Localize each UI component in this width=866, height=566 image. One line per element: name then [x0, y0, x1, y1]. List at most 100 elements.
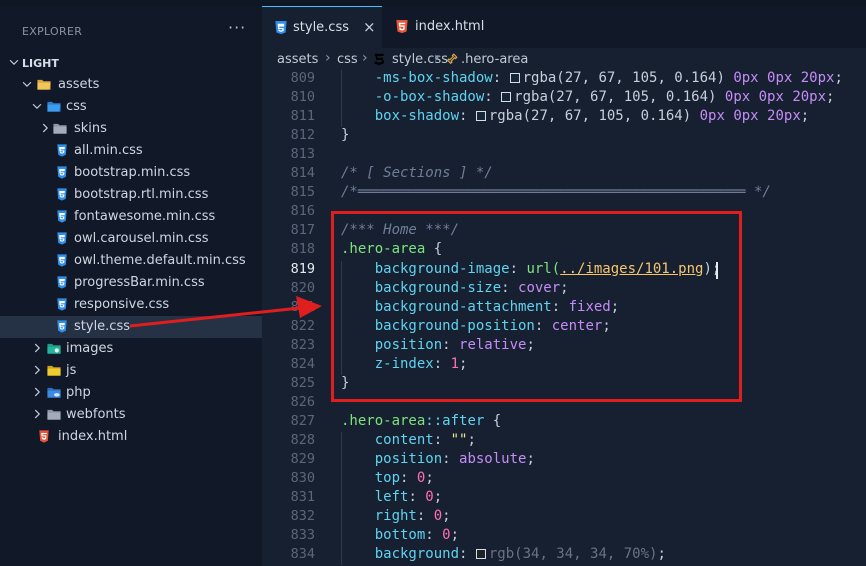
code-line[interactable]: background-attachment: fixed; [341, 299, 619, 315]
line-number: 825 [290, 374, 315, 391]
breadcrumb-item-css[interactable]: css [337, 52, 358, 67]
css-function: url( [526, 260, 561, 277]
tree-file[interactable]: bootstrap.rtl.min.css [0, 184, 262, 206]
tree-folder[interactable]: skins [0, 118, 262, 140]
line-number: 834 [290, 546, 315, 563]
chevron-right-icon [34, 365, 41, 375]
text-cursor [716, 261, 718, 279]
code-line[interactable]: content: ""; [341, 432, 476, 448]
tree-item-label: assets [58, 77, 100, 92]
tree-folder[interactable]: php [0, 382, 262, 404]
css-value: center [551, 317, 603, 334]
code-brace: { [484, 412, 502, 429]
code-line[interactable]: z-index: 1; [341, 356, 468, 372]
code-line[interactable]: .hero-area { [341, 241, 442, 257]
tree-root[interactable]: LIGHT [0, 52, 262, 74]
css-property: -ms-box-shadow [374, 70, 493, 86]
tree-file[interactable]: responsive.css [0, 294, 262, 316]
tree-folder[interactable]: css [0, 96, 262, 118]
tab-index-html[interactable]: index.html [382, 6, 492, 48]
css-selector: .hero-area [341, 241, 426, 258]
line-number: 827 [290, 412, 315, 429]
code-line[interactable]: /*══════════════════════════════════════… [341, 184, 771, 200]
code-line[interactable]: background: rgb(34, 34, 34, 70%); [341, 546, 666, 562]
tree-file[interactable]: all.min.css [0, 140, 262, 162]
line-number: 832 [290, 508, 315, 525]
css-property: position [374, 451, 443, 467]
css-value: 0px 0px 20px [699, 108, 801, 125]
code-line[interactable]: position: absolute; [341, 451, 535, 467]
line-number: 829 [290, 451, 315, 467]
css-file-icon [275, 20, 287, 35]
code-line[interactable]: -o-box-shadow: rgba(27, 67, 105, 0.164) … [341, 89, 835, 106]
line-number: 809 [290, 70, 315, 86]
color-swatch-icon[interactable] [475, 111, 486, 122]
css-string: "" [450, 431, 468, 448]
css-pseudo: ::after [425, 412, 485, 429]
code-line[interactable]: background-size: cover; [341, 280, 569, 296]
tab-style-css[interactable]: style.css × [262, 6, 382, 49]
tree-file[interactable]: progressBar.min.css [0, 272, 262, 294]
code-comment: /*══════════════════════════════════════… [341, 184, 771, 201]
code-line[interactable]: .hero-area::after { [341, 413, 501, 429]
tree-file[interactable]: style.css [0, 316, 262, 338]
indent-guide [341, 298, 342, 318]
indent-guide [341, 89, 342, 109]
line-number: 814 [290, 165, 315, 182]
more-actions-icon[interactable]: ··· [228, 18, 246, 37]
html-file-icon [396, 19, 408, 34]
tree-file[interactable]: owl.carousel.min.css [0, 228, 262, 250]
css-file-icon [57, 298, 67, 311]
folder-open-icon [37, 79, 51, 90]
chevron-right-icon [34, 387, 41, 397]
code-line[interactable]: position: relative; [341, 337, 535, 353]
css-value: rgba(27, 67, 105, 0.164) [522, 70, 725, 86]
css-value: 0px 0px 20px [724, 89, 827, 106]
tree-item-label: fontawesome.min.css [74, 209, 216, 224]
tree-item-label: owl.carousel.min.css [74, 231, 209, 246]
tree-file[interactable]: owl.theme.default.min.css [0, 250, 262, 272]
css-file-icon [57, 166, 67, 179]
code-line[interactable]: top: 0; [341, 470, 434, 486]
css-file-icon [57, 188, 67, 201]
tree-folder[interactable]: assets [0, 74, 262, 96]
tree-folder[interactable]: js [0, 360, 262, 382]
tree-file[interactable]: fontawesome.min.css [0, 206, 262, 228]
breadcrumb-item-assets[interactable]: assets [277, 52, 318, 67]
css-value: rgb(34, 34, 34, 70%) [488, 546, 658, 563]
color-swatch-icon[interactable] [501, 92, 512, 103]
css-value: 0px 0px 20px [733, 70, 835, 86]
code-line[interactable]: bottom: 0; [341, 527, 459, 543]
code-line[interactable]: background-position: center; [341, 318, 611, 334]
tree-item-label: LIGHT [22, 57, 59, 70]
color-swatch-icon[interactable] [509, 73, 520, 83]
code-line[interactable]: } [341, 127, 349, 143]
tree-folder[interactable]: webfonts [0, 404, 262, 426]
chevron-down-icon [9, 59, 19, 66]
chevron-down-icon [22, 81, 32, 88]
code-line[interactable]: box-shadow: rgba(27, 67, 105, 0.164) 0px… [341, 108, 809, 124]
breadcrumb-item-hero-area[interactable]: .hero-area [461, 52, 528, 67]
close-tab-icon[interactable]: × [363, 18, 376, 36]
code-line[interactable]: /* [ Sections ] */ [341, 165, 493, 181]
code-line[interactable]: left: 0; [341, 489, 442, 505]
color-swatch-icon[interactable] [475, 549, 486, 560]
code-line[interactable]: right: 0; [341, 508, 451, 524]
indent-guide [341, 108, 342, 128]
tree-folder[interactable]: images [0, 338, 262, 360]
css-property: position [374, 336, 443, 353]
line-number: 826 [290, 393, 315, 410]
line-number: 830 [290, 470, 315, 487]
tree-file[interactable]: bootstrap.min.css [0, 162, 262, 184]
line-number: 820 [290, 279, 315, 296]
code-editor[interactable]: 809 -ms-box-shadow: rgba(27, 67, 105, 0.… [262, 70, 866, 566]
code-line[interactable]: /*** Home ***/ [341, 222, 459, 238]
css-url: ../images/101.png [560, 260, 704, 277]
code-line[interactable]: -ms-box-shadow: rgba(27, 67, 105, 0.164)… [341, 70, 843, 86]
code-line[interactable]: background-image: url(../images/101.png)… [341, 260, 721, 277]
tree-file[interactable]: index.html [0, 426, 262, 448]
tree-item-label: css [66, 99, 87, 114]
css-property: box-shadow [374, 108, 460, 125]
css-file-icon [57, 320, 67, 333]
code-line[interactable]: } [341, 375, 349, 391]
